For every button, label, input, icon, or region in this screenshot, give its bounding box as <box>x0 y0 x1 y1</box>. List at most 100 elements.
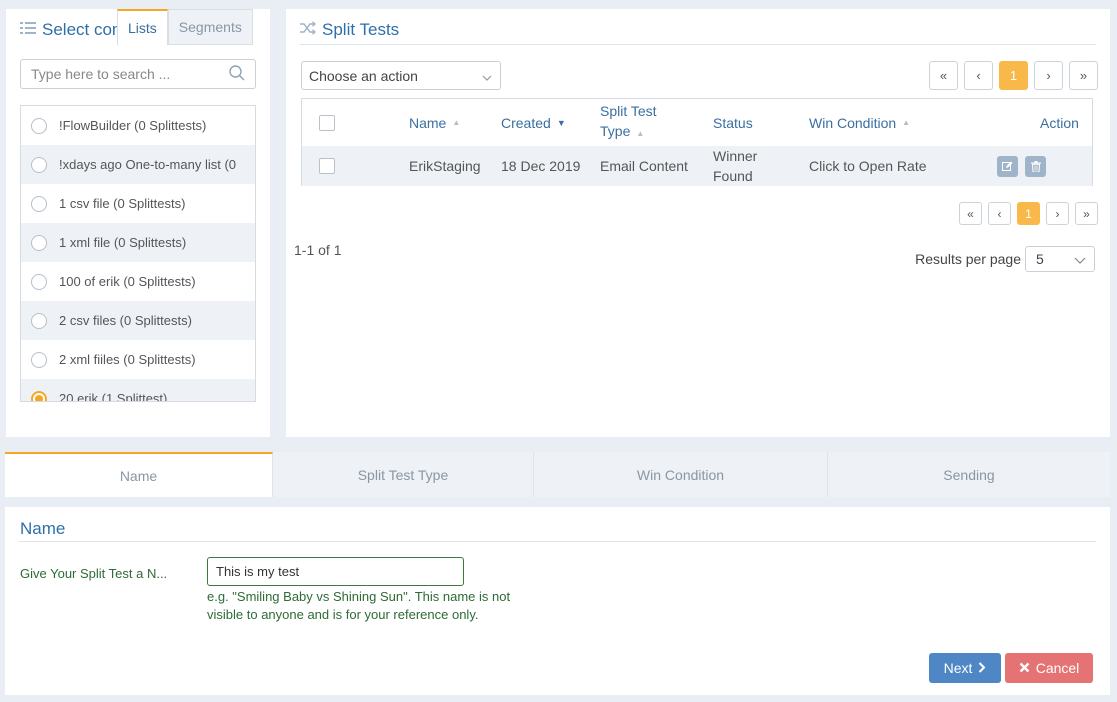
list-item[interactable]: 2 csv files (0 Splittests) <box>21 301 255 340</box>
list-item[interactable]: !xdays ago One-to-many list (0 <box>21 145 255 184</box>
column-header-action-label: Action <box>1040 114 1079 131</box>
column-header-status: Status <box>713 99 753 146</box>
split-test-name-input[interactable] <box>207 557 464 586</box>
prev-page-button[interactable]: ‹ <box>988 202 1011 225</box>
split-test-name-label: Give Your Split Test a N... <box>20 566 168 581</box>
list-selector-title: Select con <box>20 20 118 40</box>
cell-status: Winner Found <box>713 146 757 186</box>
step-name[interactable]: Name <box>5 452 273 497</box>
help-line-2: visible to anyone and is for your refere… <box>207 607 479 622</box>
pagination-top: « ‹ 1 › » <box>929 61 1098 90</box>
radio-button[interactable] <box>31 273 47 290</box>
step-sending[interactable]: Sending <box>828 452 1110 497</box>
search-icon[interactable] <box>229 64 245 84</box>
column-header-type[interactable]: Split Test Type ▲ <box>600 99 657 146</box>
cell-type: Email Content <box>600 158 688 174</box>
list-item-label: 1 csv file (0 Splittests) <box>59 196 186 211</box>
radio-button[interactable] <box>31 351 47 368</box>
row-select-cell <box>319 146 335 186</box>
chevron-down-icon <box>1074 251 1086 267</box>
cancel-button-label: Cancel <box>1035 660 1080 676</box>
bulk-action-select[interactable]: Choose an action <box>301 61 501 90</box>
cell-created: 18 Dec 2019 <box>501 158 581 174</box>
list-item[interactable]: 1 csv file (0 Splittests) <box>21 184 255 223</box>
close-icon <box>1019 660 1030 676</box>
first-page-button[interactable]: « <box>959 202 982 225</box>
radio-button[interactable] <box>31 312 47 329</box>
list-item-label: !FlowBuilder (0 Splittests) <box>59 118 207 133</box>
cell-actions <box>997 146 1046 186</box>
column-header-created-label: Created <box>501 114 551 131</box>
last-page-button[interactable]: » <box>1069 61 1098 90</box>
sort-icon: ▲ <box>452 118 461 127</box>
table-row[interactable]: ErikStaging 18 Dec 2019 Email Content Wi… <box>302 146 1092 186</box>
list-item[interactable]: 2 xml fiiles (0 Splittests) <box>21 340 255 379</box>
bulk-action-select-value: Choose an action <box>309 67 418 84</box>
column-header-win[interactable]: Win Condition ▲ <box>809 99 910 146</box>
list-item-label: 2 csv files (0 Splittests) <box>59 313 192 328</box>
list-selector-panel: Select con Lists Segments !FlowBuilder (… <box>6 9 270 437</box>
list-item-label: 1 xml file (0 Splittests) <box>59 235 187 250</box>
results-range: 1-1 of 1 <box>294 242 342 258</box>
list-search-box <box>20 59 256 89</box>
next-button[interactable]: Next <box>929 653 1001 683</box>
results-per-page-value: 5 <box>1036 251 1044 267</box>
list-selector-title-text: Select con <box>42 20 118 39</box>
column-header-name[interactable]: Name ▲ <box>409 99 460 146</box>
section-title: Name <box>20 519 66 538</box>
cell-status-line2: Found <box>713 168 753 184</box>
cell-status-text: Winner Found <box>713 146 757 186</box>
next-page-button[interactable]: › <box>1034 61 1063 90</box>
cell-status-line1: Winner <box>713 148 758 164</box>
column-header-status-label: Status <box>713 114 753 131</box>
tab-lists[interactable]: Lists <box>117 9 168 45</box>
column-header-type-line1: Split Test <box>600 103 657 119</box>
list-item-label: 100 of erik (0 Splittests) <box>59 274 196 289</box>
column-header-win-label: Win Condition <box>809 114 897 131</box>
divider <box>300 44 1096 45</box>
prev-page-button[interactable]: ‹ <box>964 61 993 90</box>
chevron-right-icon <box>978 660 986 676</box>
split-tests-table: Name ▲ Created ▼ Split Test Type ▲ Status W… <box>301 98 1093 186</box>
list-item[interactable]: 20 erik (1 Splittest) <box>21 379 255 402</box>
list-search-input[interactable] <box>31 66 229 82</box>
column-header-created[interactable]: Created ▼ <box>501 99 566 146</box>
cell-win: Click to Open Rate <box>809 158 927 174</box>
next-button-label: Next <box>943 660 973 676</box>
column-header-action: Action <box>1040 99 1079 146</box>
radio-button[interactable] <box>31 234 47 251</box>
radio-button-selected[interactable] <box>31 390 47 401</box>
list-item[interactable]: !FlowBuilder (0 Splittests) <box>21 106 255 145</box>
page-1-button[interactable]: 1 <box>999 61 1028 90</box>
column-header-type-line2: Type <box>600 123 631 139</box>
table-header: Name ▲ Created ▼ Split Test Type ▲ Status W… <box>302 99 1092 146</box>
split-tests-panel: Split Tests Choose an action « ‹ 1 › » N… <box>286 9 1110 437</box>
step-split-test-type[interactable]: Split Test Type <box>273 452 534 497</box>
list-item-label: !xdays ago One-to-many list (0 <box>59 157 237 172</box>
column-header-type-line2-wrap: Type ▲ <box>600 121 657 144</box>
list-type-tabs: Lists Segments <box>117 9 253 45</box>
list-item[interactable]: 1 xml file (0 Splittests) <box>21 223 255 262</box>
step-win-condition[interactable]: Win Condition <box>534 452 828 497</box>
tab-segments[interactable]: Segments <box>167 9 253 45</box>
list-item-label: 20 erik (1 Splittest) <box>59 391 168 402</box>
wizard-steps: Name Split Test Type Win Condition Sendi… <box>5 452 1110 497</box>
trash-icon[interactable] <box>1025 155 1046 177</box>
list-options: !FlowBuilder (0 Splittests) !xdays ago O… <box>20 105 256 402</box>
row-checkbox[interactable] <box>319 158 335 174</box>
page-1-button[interactable]: 1 <box>1017 202 1040 225</box>
first-page-button[interactable]: « <box>929 61 958 90</box>
radio-button[interactable] <box>31 195 47 212</box>
radio-button[interactable] <box>31 117 47 134</box>
list-item[interactable]: 100 of erik (0 Splittests) <box>21 262 255 301</box>
edit-icon[interactable] <box>997 155 1018 177</box>
sort-icon: ▲ <box>902 118 911 127</box>
last-page-button[interactable]: » <box>1075 202 1098 225</box>
pagination-bottom: « ‹ 1 › » <box>959 202 1098 225</box>
results-per-page-select[interactable]: 5 <box>1025 246 1095 272</box>
radio-button[interactable] <box>31 156 47 173</box>
select-all-checkbox[interactable] <box>319 114 335 131</box>
cancel-button[interactable]: Cancel <box>1005 653 1093 683</box>
divider <box>19 541 1096 542</box>
next-page-button[interactable]: › <box>1046 202 1069 225</box>
